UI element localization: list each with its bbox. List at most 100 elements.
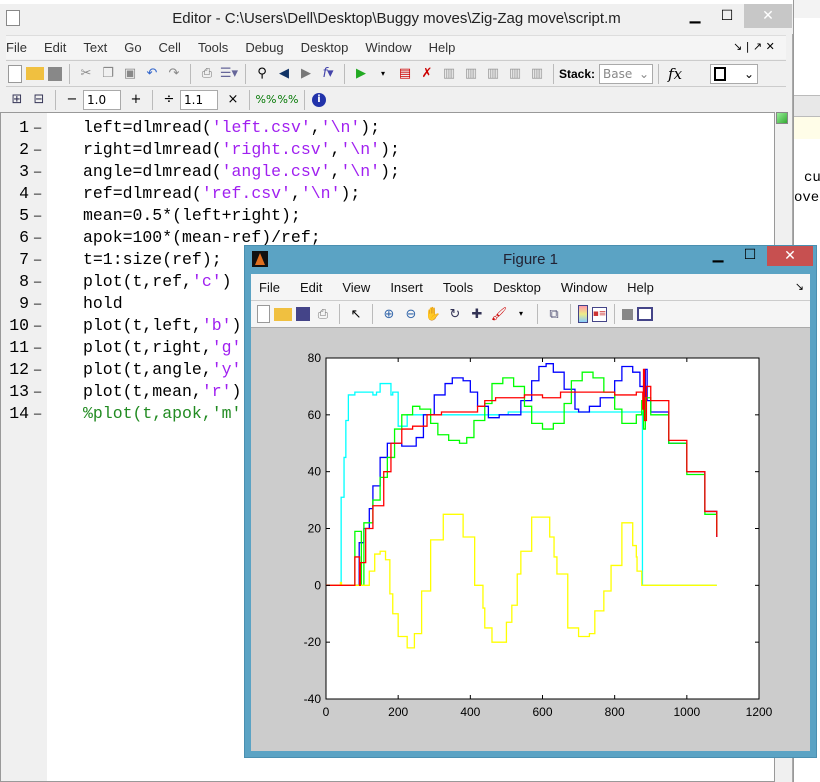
minimize-button[interactable]: ▁	[680, 4, 710, 28]
figure-menu-window[interactable]: Window	[561, 280, 607, 295]
scale-field[interactable]: 1.1	[180, 89, 218, 110]
zoom-out-icon[interactable]: ⊖	[402, 305, 420, 323]
figure-menu-file[interactable]: File	[259, 280, 280, 295]
editor-title-bar: Editor - C:\Users\Dell\Desktop\Buggy mov…	[0, 4, 793, 34]
divide-button[interactable]: ÷	[160, 91, 178, 109]
copy-icon[interactable]: ❐	[99, 65, 117, 83]
breakpoint-marker[interactable]: —	[34, 359, 41, 381]
menu-help[interactable]: Help	[429, 40, 456, 55]
open-file-icon[interactable]	[274, 307, 292, 321]
menu-desktop[interactable]: Desktop	[301, 40, 349, 55]
menu-file[interactable]: File	[6, 40, 27, 55]
stack-select[interactable]: Base ⌄	[599, 63, 654, 84]
menu-window[interactable]: Window	[365, 40, 411, 55]
clear-breakpoints-icon[interactable]: ✗	[418, 65, 436, 83]
figure-menu-edit[interactable]: Edit	[300, 280, 322, 295]
menu-tools[interactable]: Tools	[198, 40, 228, 55]
breakpoint-marker[interactable]: —	[34, 381, 41, 403]
step-out-icon[interactable]: ▥	[484, 65, 502, 83]
stack-label: Stack:	[559, 66, 596, 81]
figure-menu-view[interactable]: View	[342, 280, 370, 295]
undo-icon[interactable]: ↶	[143, 65, 161, 83]
link-plot-icon[interactable]: ⧉	[545, 305, 563, 323]
multiply-button[interactable]: ×	[224, 91, 242, 109]
colorbar-icon[interactable]	[578, 305, 588, 323]
breakpoint-marker[interactable]: —	[34, 227, 41, 249]
edit-plot-arrow-icon[interactable]: ↖	[347, 305, 365, 323]
menu-edit[interactable]: Edit	[44, 40, 66, 55]
figure-menu-tools[interactable]: Tools	[443, 280, 473, 295]
code-text: left=dlmread('left.csv','\n');	[83, 118, 381, 137]
pan-hand-icon[interactable]: ✋	[424, 305, 442, 323]
open-folder-icon[interactable]	[26, 67, 44, 80]
evaluate-cell-icon[interactable]: ⊟	[30, 91, 48, 109]
insert-cell-icon[interactable]: ⊞	[8, 91, 26, 109]
step-icon[interactable]: ▥	[440, 65, 458, 83]
breakpoint-marker[interactable]: —	[34, 183, 41, 205]
zoom-in-icon[interactable]: ⊕	[380, 305, 398, 323]
figure-menu-insert[interactable]: Insert	[390, 280, 423, 295]
hide-plot-tools-icon[interactable]	[622, 308, 633, 320]
menu-go[interactable]: Go	[124, 40, 141, 55]
dock-figure-icon[interactable]: ↘	[795, 280, 804, 293]
figure-minimize-button[interactable]: ▁	[703, 243, 733, 267]
print-figure-icon[interactable]: ⎙	[314, 305, 332, 323]
figure-maximize-button[interactable]: ☐	[735, 243, 765, 267]
set-breakpoint-icon[interactable]: ▤	[396, 65, 414, 83]
axes-box	[325, 357, 760, 700]
close-button[interactable]: ✕	[744, 4, 792, 28]
figure-menu-desktop[interactable]: Desktop	[493, 280, 541, 295]
breakpoint-marker[interactable]: —	[34, 205, 41, 227]
show-plot-tools-icon[interactable]	[637, 307, 653, 321]
brush-dropdown-icon[interactable]: ▾	[512, 305, 530, 323]
cell-mode-icon[interactable]: %%	[256, 91, 277, 109]
function-icon[interactable]: f▾	[319, 65, 337, 83]
back-icon[interactable]: ◀	[275, 65, 293, 83]
info-icon[interactable]: i	[312, 92, 326, 107]
increment-button[interactable]: +	[127, 91, 145, 109]
print-icon[interactable]: ⎙	[198, 65, 216, 83]
save-icon[interactable]	[48, 66, 62, 81]
run-dropdown-icon[interactable]: ▾	[374, 65, 392, 83]
breakpoint-marker[interactable]: —	[34, 315, 41, 337]
redo-icon[interactable]: ↷	[165, 65, 183, 83]
code-analyzer-indicator[interactable]	[776, 112, 788, 124]
new-file-icon[interactable]	[8, 64, 22, 83]
breakpoint-marker[interactable]: —	[34, 337, 41, 359]
paste-icon[interactable]: ▣	[121, 65, 139, 83]
figure-menu-help[interactable]: Help	[627, 280, 654, 295]
exit-debug-icon[interactable]: ▥	[528, 65, 546, 83]
continue-icon[interactable]: ▥	[506, 65, 524, 83]
new-figure-icon[interactable]	[257, 305, 270, 323]
breakpoint-marker[interactable]: —	[34, 161, 41, 183]
breakpoint-marker[interactable]: —	[34, 271, 41, 293]
brush-icon[interactable]: 🖌	[490, 305, 508, 323]
cut-icon[interactable]: ✂	[77, 65, 95, 83]
run-icon[interactable]: ▶	[352, 65, 370, 83]
menu-debug[interactable]: Debug	[245, 40, 283, 55]
menu-text[interactable]: Text	[83, 40, 107, 55]
plot-area[interactable]: 0 200 400 600 800 1000 1200 -40 -20 0 20 40 60 80	[251, 274, 810, 751]
save-figure-icon[interactable]	[296, 307, 310, 321]
cell-mode-dropdown-icon[interactable]: %%	[278, 91, 299, 109]
rotate-3d-icon[interactable]: ↻	[446, 305, 464, 323]
maximize-button[interactable]: ☐	[712, 4, 742, 28]
breakpoint-marker[interactable]: —	[34, 403, 41, 425]
increment-field[interactable]: 1.0	[83, 89, 121, 110]
breakpoint-marker[interactable]: —	[34, 249, 41, 271]
decrement-button[interactable]: −	[63, 91, 81, 109]
fx-icon[interactable]: fx	[668, 65, 682, 83]
step-in-icon[interactable]: ▥	[462, 65, 480, 83]
data-cursor-icon[interactable]: ✚	[468, 305, 486, 323]
dock-icon[interactable]: ↘ | ↗ ✕	[733, 40, 775, 53]
legend-icon[interactable]: ▪≡	[592, 306, 607, 322]
forward-icon[interactable]: ▶	[297, 65, 315, 83]
publish-icon[interactable]: ☰▾	[220, 65, 238, 83]
breakpoint-marker[interactable]: —	[34, 117, 41, 139]
menu-cell[interactable]: Cell	[159, 40, 181, 55]
breakpoint-marker[interactable]: —	[34, 139, 41, 161]
breakpoint-marker[interactable]: —	[34, 293, 41, 315]
layout-select[interactable]: ⌄	[710, 63, 759, 84]
find-icon[interactable]: ⚲	[253, 65, 271, 83]
figure-close-button[interactable]: ✕	[767, 246, 813, 266]
